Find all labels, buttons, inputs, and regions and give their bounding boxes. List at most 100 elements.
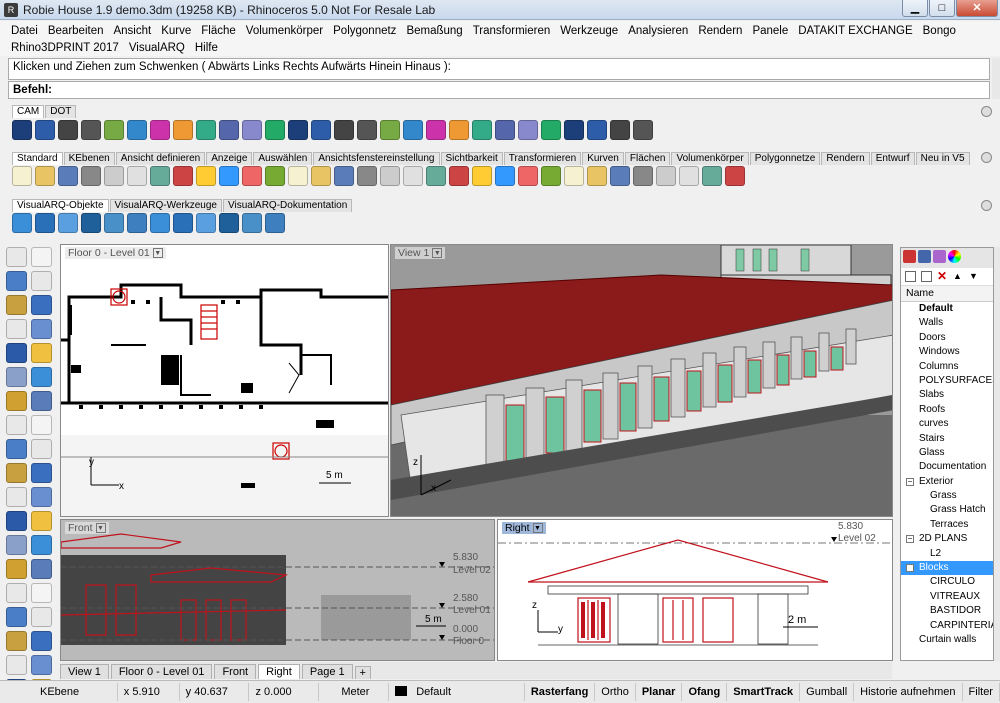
tool-icon[interactable]	[81, 166, 101, 186]
layer-row[interactable]: POLYSURFACES	[901, 374, 993, 388]
left-tool-icon[interactable]	[31, 247, 52, 267]
command-prompt[interactable]: Befehl:	[8, 81, 990, 99]
tool-icon[interactable]	[587, 120, 607, 140]
collapse-toggle-icon[interactable]: −	[906, 535, 914, 544]
tool-icon[interactable]	[219, 166, 239, 186]
tool-icon[interactable]	[35, 120, 55, 140]
delete-layer-icon[interactable]: ✕	[937, 270, 948, 282]
tool-icon[interactable]	[334, 120, 354, 140]
menu-item[interactable]: Fläche	[196, 23, 241, 40]
tool-icon[interactable]	[633, 166, 653, 186]
left-tool-icon[interactable]	[6, 391, 27, 411]
menu-item[interactable]: Datei	[6, 23, 43, 40]
menu-item[interactable]: Kurve	[156, 23, 196, 40]
layer-row[interactable]: VITREAUX	[901, 590, 993, 604]
tool-icon[interactable]	[564, 120, 584, 140]
left-tool-icon[interactable]	[31, 271, 52, 291]
tool-icon[interactable]	[587, 166, 607, 186]
left-tool-icon[interactable]	[6, 463, 27, 483]
tool-icon[interactable]	[58, 166, 78, 186]
left-tool-icon[interactable]	[31, 439, 52, 459]
tool-icon[interactable]	[127, 120, 147, 140]
left-tool-icon[interactable]	[6, 439, 27, 459]
toolbar-tab[interactable]: Neu in V5	[915, 152, 970, 165]
tool-icon[interactable]	[311, 120, 331, 140]
new-sublayer-icon[interactable]	[921, 271, 932, 282]
tool-icon[interactable]	[518, 166, 538, 186]
materials-tab-icon[interactable]	[933, 250, 946, 263]
toolbar-tab[interactable]: KEbenen	[63, 152, 115, 165]
tool-icon[interactable]	[35, 213, 55, 233]
render-tab-icon[interactable]	[948, 250, 961, 263]
toolbar-tab[interactable]: Entwurf	[870, 152, 915, 165]
tool-icon[interactable]	[173, 213, 193, 233]
add-tab-icon[interactable]: +	[354, 666, 371, 679]
left-tool-icon[interactable]	[6, 631, 27, 651]
chevron-down-icon[interactable]: ▼	[532, 523, 543, 533]
tool-icon[interactable]	[334, 166, 354, 186]
tool-icon[interactable]	[173, 166, 193, 186]
standard-toolbar-gear-icon[interactable]	[981, 152, 992, 163]
status-current-layer[interactable]: Default	[389, 683, 525, 701]
tool-icon[interactable]	[518, 120, 538, 140]
tool-icon[interactable]	[472, 166, 492, 186]
layer-row[interactable]: Slabs	[901, 388, 993, 402]
collapse-toggle-icon[interactable]: −	[906, 564, 914, 573]
layers-tab-icon[interactable]	[903, 250, 916, 263]
status-toggle[interactable]: Ortho	[595, 683, 636, 701]
tool-icon[interactable]	[357, 120, 377, 140]
tool-icon[interactable]	[12, 120, 32, 140]
cam-toolbar-gear-icon[interactable]	[981, 106, 992, 117]
toolbar-tab[interactable]: Ansicht definieren	[115, 152, 206, 165]
layer-row[interactable]: CARPINTERIA	[901, 619, 993, 633]
left-tool-icon[interactable]	[31, 343, 52, 363]
left-tool-icon[interactable]	[6, 247, 27, 267]
layer-row[interactable]: Stairs	[901, 432, 993, 446]
tool-icon[interactable]	[150, 213, 170, 233]
left-tool-icon[interactable]	[31, 487, 52, 507]
viewport-title[interactable]: Front ▼	[65, 522, 109, 534]
chevron-down-icon[interactable]: ▼	[95, 523, 106, 533]
left-tool-icon[interactable]	[6, 415, 27, 435]
menu-item[interactable]: VisualARQ	[124, 40, 190, 57]
menu-item[interactable]: Polygonnetz	[328, 23, 401, 40]
tool-icon[interactable]	[104, 120, 124, 140]
tool-icon[interactable]	[472, 120, 492, 140]
tool-icon[interactable]	[81, 213, 101, 233]
minimize-button[interactable]: ▁	[902, 0, 928, 17]
tool-icon[interactable]	[196, 213, 216, 233]
tool-icon[interactable]	[403, 120, 423, 140]
tool-icon[interactable]	[610, 166, 630, 186]
tool-icon[interactable]	[357, 166, 377, 186]
left-tool-icon[interactable]	[6, 343, 27, 363]
layer-row[interactable]: Roofs	[901, 403, 993, 417]
toolbar-tab[interactable]: VisualARQ-Dokumentation	[222, 199, 353, 212]
tool-icon[interactable]	[265, 213, 285, 233]
tool-icon[interactable]	[265, 166, 285, 186]
left-tool-icon[interactable]	[6, 367, 27, 387]
left-tool-icon[interactable]	[6, 583, 27, 603]
status-toggle[interactable]: Ofang	[682, 683, 728, 701]
left-tool-icon[interactable]	[31, 319, 52, 339]
tool-icon[interactable]	[449, 120, 469, 140]
chevron-down-icon[interactable]: ▼	[432, 248, 443, 258]
viewport-tab[interactable]: Floor 0 - Level 01	[110, 664, 213, 679]
left-tool-icon[interactable]	[31, 391, 52, 411]
tool-icon[interactable]	[81, 120, 101, 140]
tool-icon[interactable]	[173, 120, 193, 140]
move-down-icon[interactable]: ▼	[969, 271, 980, 282]
menu-item[interactable]: Panele	[747, 23, 793, 40]
status-toggle[interactable]: SmartTrack	[727, 683, 801, 701]
left-tool-icon[interactable]	[31, 583, 52, 603]
left-tool-icon[interactable]	[31, 463, 52, 483]
tool-icon[interactable]	[242, 213, 262, 233]
left-tool-icon[interactable]	[6, 271, 27, 291]
left-tool-icon[interactable]	[6, 535, 27, 555]
viewport-title[interactable]: Right ▼	[502, 522, 546, 534]
toolbar-tab[interactable]: Polygonnetze	[749, 152, 821, 165]
left-tool-icon[interactable]	[6, 511, 27, 531]
layer-row[interactable]: −2D PLANS	[901, 532, 993, 546]
layer-row[interactable]: BASTIDOR	[901, 604, 993, 618]
layer-row[interactable]: Default	[901, 302, 993, 316]
new-layer-icon[interactable]	[905, 271, 916, 282]
